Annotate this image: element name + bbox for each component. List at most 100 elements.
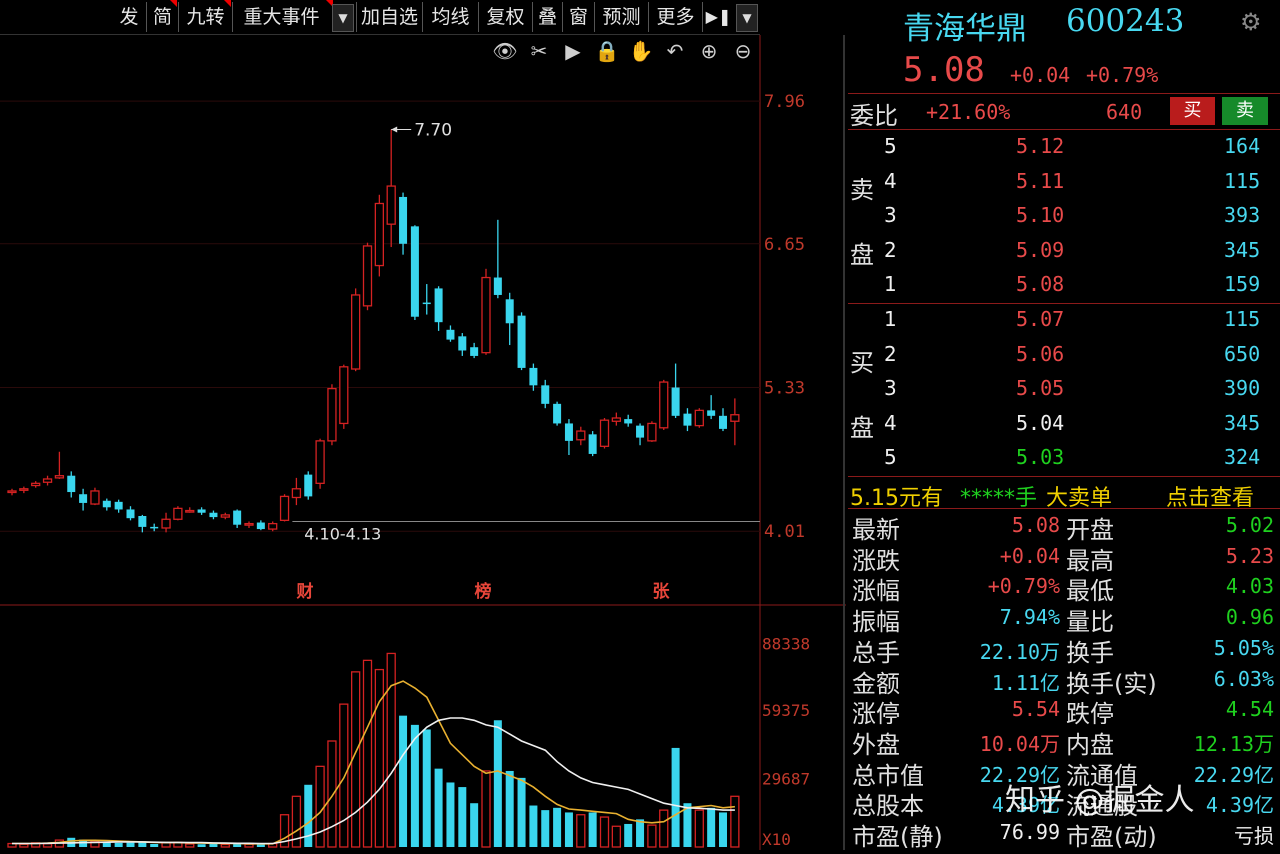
candle bbox=[304, 471, 313, 500]
candle-body bbox=[529, 367, 538, 386]
candle-body bbox=[564, 423, 573, 441]
volume-bar bbox=[161, 842, 171, 848]
candle-body bbox=[233, 510, 242, 525]
zoom-out-icon[interactable]: ⊖ bbox=[735, 39, 752, 63]
volume-bar bbox=[185, 843, 195, 848]
candle bbox=[102, 498, 111, 511]
candle bbox=[410, 225, 419, 320]
stat-label: 市盈(静) bbox=[852, 823, 943, 851]
buy-level-volume: 345 bbox=[1224, 410, 1261, 435]
candle-body bbox=[481, 276, 491, 354]
toolbar-button-fa[interactable]: 发 bbox=[112, 2, 146, 32]
toolbar-button-moving-average[interactable]: 均线 bbox=[422, 2, 478, 32]
candle bbox=[481, 268, 491, 355]
toolbar-button-more[interactable]: 更多 bbox=[648, 2, 702, 32]
sell-level-volume: 159 bbox=[1224, 272, 1261, 296]
volume-bar bbox=[150, 844, 159, 847]
event-marker[interactable]: 榜 bbox=[475, 581, 492, 602]
scissors-icon[interactable]: ✂ bbox=[531, 39, 548, 63]
candle bbox=[707, 395, 716, 420]
volume-bar bbox=[636, 819, 645, 847]
toolbar-button-forecast[interactable]: 预测 bbox=[594, 2, 648, 32]
candle bbox=[114, 499, 123, 513]
candle-body bbox=[434, 288, 443, 323]
candle bbox=[576, 426, 586, 446]
candle bbox=[374, 194, 385, 277]
volume-tick-label: 88338 bbox=[762, 634, 810, 653]
volume-bar bbox=[659, 809, 669, 848]
candle-body bbox=[42, 478, 53, 483]
volume-bar bbox=[529, 805, 538, 847]
candle bbox=[541, 379, 550, 409]
volume-bar bbox=[624, 823, 633, 847]
buy-button[interactable]: 买 bbox=[1170, 97, 1215, 125]
event-marker[interactable]: 财 bbox=[296, 581, 314, 602]
candle-body bbox=[671, 387, 680, 416]
sell-level-price: 5.09 bbox=[1016, 237, 1065, 262]
candle bbox=[517, 312, 526, 371]
gear-icon[interactable]: ⚙ bbox=[1240, 8, 1262, 36]
watermark-text: 知乎 @掘金人 bbox=[1005, 783, 1195, 818]
candle bbox=[553, 401, 562, 426]
stat-value: +0.79% bbox=[987, 574, 1060, 599]
volume-bar bbox=[42, 843, 53, 848]
stat-value: 5.23 bbox=[1225, 543, 1274, 568]
kline-chart-area[interactable]: 👁 ✂ ▶ 🔒 ✋ ↶ ⊕ ⊖ 7.96 6.65 5.33 4.01 88338 59375 29687… bbox=[0, 35, 846, 850]
candle bbox=[624, 414, 633, 427]
buy-level-volume: 324 bbox=[1224, 445, 1261, 469]
stat-value: 6.03% bbox=[1213, 666, 1274, 691]
candle-body bbox=[410, 226, 419, 317]
lock-icon[interactable]: 🔒 bbox=[595, 39, 620, 63]
candle-body bbox=[126, 509, 135, 519]
stat-value: +0.04 bbox=[999, 543, 1060, 568]
undo-icon[interactable]: ↶ bbox=[667, 39, 684, 63]
candle bbox=[470, 342, 479, 359]
candle bbox=[564, 419, 573, 456]
skip-forward-icon[interactable]: ▶❚ bbox=[702, 2, 734, 32]
play-icon[interactable]: ▶ bbox=[565, 39, 581, 63]
candle bbox=[315, 438, 325, 489]
candle bbox=[350, 288, 361, 372]
sell-button[interactable]: 卖 bbox=[1222, 97, 1268, 125]
candle-body bbox=[304, 474, 313, 497]
candle bbox=[730, 398, 740, 446]
toolbar-button-jian[interactable]: 简 bbox=[146, 2, 178, 32]
candle bbox=[434, 286, 443, 331]
toolbar-button-major-events[interactable]: 重大事件 bbox=[232, 2, 330, 32]
volume-bar bbox=[19, 843, 29, 848]
candle-body bbox=[102, 500, 111, 508]
volume-bar bbox=[599, 816, 610, 848]
more-dropdown-icon[interactable]: ▼ bbox=[736, 4, 758, 32]
toolbar-button-overlay[interactable]: 叠 bbox=[532, 2, 562, 32]
events-dropdown-icon[interactable]: ▼ bbox=[332, 4, 354, 32]
volume-bar bbox=[244, 843, 254, 848]
order-ratio-label: 委比 bbox=[850, 102, 898, 130]
candle bbox=[268, 521, 278, 532]
event-marker[interactable]: 张 bbox=[653, 582, 671, 602]
candle-body bbox=[19, 488, 29, 491]
toolbar: 发 简 九转 重大事件 ▼ 加自选 均线 复权 叠 窗 预测 更多 ▶❚ ▼ bbox=[0, 0, 760, 35]
toolbar-button-adjust[interactable]: 复权 bbox=[478, 2, 532, 32]
candle bbox=[79, 488, 88, 511]
candle bbox=[31, 481, 41, 488]
toolbar-button-window[interactable]: 窗 bbox=[562, 2, 594, 32]
candle bbox=[327, 384, 337, 446]
toolbar-button-jiuzhuan[interactable]: 九转 bbox=[178, 2, 232, 32]
zoom-in-icon[interactable]: ⊕ bbox=[701, 39, 718, 63]
candle-body bbox=[244, 522, 254, 526]
volume-bar bbox=[304, 784, 313, 847]
eye-icon[interactable]: 👁 bbox=[492, 39, 517, 63]
volume-tick-label: 59375 bbox=[762, 701, 810, 720]
volume-tick-label: X10 bbox=[762, 830, 791, 849]
sell-book-label: 盘 bbox=[850, 241, 874, 269]
kline-chart[interactable]: 👁 ✂ ▶ 🔒 ✋ ↶ ⊕ ⊖ 7.96 6.65 5.33 4.01 88338 59375 29687… bbox=[0, 35, 846, 850]
toolbar-button-add-watchlist[interactable]: 加自选 bbox=[356, 2, 422, 32]
volume-tick-label: 29687 bbox=[762, 770, 810, 789]
order-ratio-value: +21.60% bbox=[926, 100, 1011, 124]
hand-icon[interactable]: ✋ bbox=[629, 39, 654, 63]
candle bbox=[671, 363, 680, 418]
volume-bar bbox=[446, 782, 455, 847]
candle bbox=[185, 507, 195, 513]
volume-bar bbox=[220, 843, 230, 848]
candle bbox=[719, 408, 727, 432]
